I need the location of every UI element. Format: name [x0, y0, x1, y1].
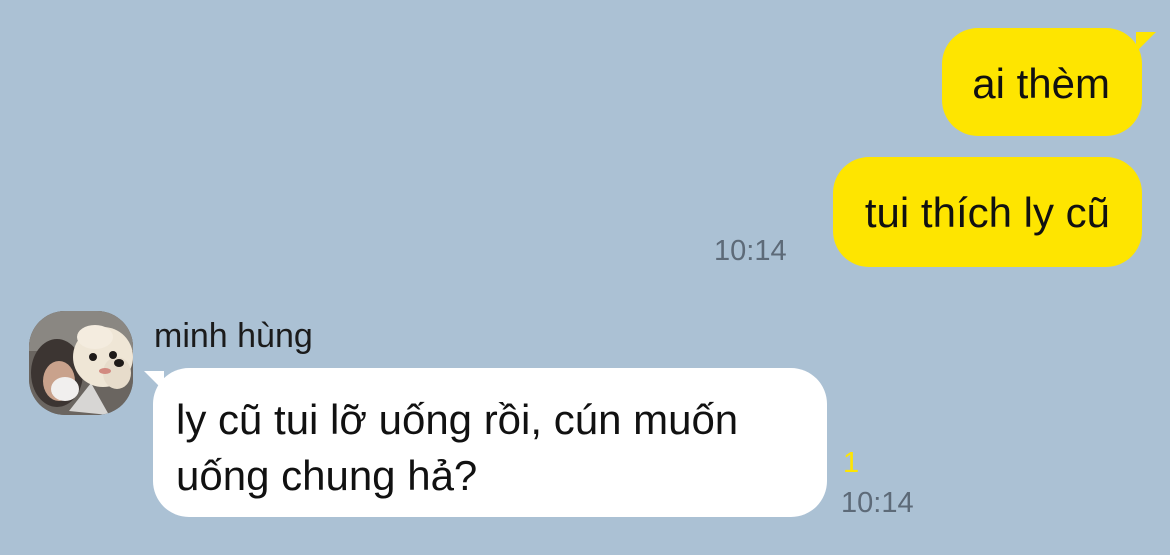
sender-name: minh hùng	[154, 317, 313, 355]
incoming-message-bubble[interactable]: ly cũ tui lỡ uống rồi, cún muốn uống chu…	[153, 368, 827, 517]
incoming-message-text: ly cũ tui lỡ uống rồi, cún muốn uống chu…	[176, 396, 739, 499]
message-timestamp: 10:14	[841, 487, 914, 519]
outgoing-message-bubble[interactable]: ai thèm	[942, 28, 1142, 136]
outgoing-message-bubble[interactable]: tui thích ly cũ	[832, 157, 1142, 267]
message-timestamp: 10:14	[714, 235, 787, 267]
outgoing-message-text: ai thèm	[972, 60, 1110, 107]
outgoing-message-text: tui thích ly cũ	[864, 189, 1110, 236]
avatar-photo-icon	[29, 311, 133, 415]
unread-count-badge: 1	[843, 447, 860, 479]
sender-avatar[interactable]	[29, 311, 133, 415]
